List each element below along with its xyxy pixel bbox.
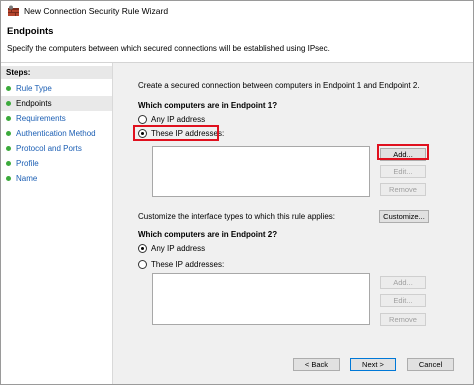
step-bullet-icon (6, 131, 11, 136)
step-label: Name (16, 174, 38, 183)
radio-label: Any IP address (151, 115, 206, 124)
radio-button[interactable] (138, 115, 147, 124)
step-bullet-icon (6, 86, 11, 91)
step-requirements[interactable]: Requirements (1, 111, 112, 126)
step-label: Rule Type (16, 84, 52, 93)
step-label: Requirements (16, 114, 66, 123)
firewall-shield-icon (7, 5, 20, 18)
radio-label: These IP addresses: (151, 260, 225, 269)
endpoint1-edit-button[interactable]: Edit... (380, 165, 426, 178)
endpoint2-heading: Which computers are in Endpoint 2? (138, 230, 278, 239)
content-panel: Create a secured connection between comp… (114, 63, 473, 384)
radio-label: Any IP address (151, 244, 206, 253)
endpoint1-these-ip-highlight (133, 125, 219, 141)
window-title: New Connection Security Rule Wizard (24, 6, 169, 16)
page-title: Endpoints (7, 26, 54, 37)
step-profile[interactable]: Profile (1, 156, 112, 171)
title-bar: New Connection Security Rule Wizard (1, 1, 473, 22)
endpoint2-these-ip-radio[interactable]: These IP addresses: (138, 259, 238, 271)
step-bullet-icon (6, 101, 11, 106)
page-description: Specify the computers between which secu… (7, 44, 330, 53)
step-authentication-method[interactable]: Authentication Method (1, 126, 112, 141)
back-button[interactable]: < Back (293, 358, 340, 371)
step-rule-type[interactable]: Rule Type (1, 81, 112, 96)
endpoint2-any-ip-radio[interactable]: Any IP address (138, 243, 218, 255)
step-bullet-icon (6, 116, 11, 121)
wizard-window: New Connection Security Rule Wizard Endp… (0, 0, 474, 385)
endpoint1-heading: Which computers are in Endpoint 1? (138, 101, 278, 110)
endpoint2-add-button[interactable]: Add... (380, 276, 426, 289)
radio-button[interactable] (138, 260, 147, 269)
endpoint1-ip-list[interactable] (152, 146, 370, 197)
step-label: Endpoints (16, 99, 52, 108)
step-label: Authentication Method (16, 129, 96, 138)
step-protocol-and-ports[interactable]: Protocol and Ports (1, 141, 112, 156)
step-label: Profile (16, 159, 39, 168)
step-bullet-icon (6, 146, 11, 151)
intro-text: Create a secured connection between comp… (138, 81, 420, 90)
customize-text: Customize the interface types to which t… (138, 212, 335, 221)
endpoint2-ip-list[interactable] (152, 273, 370, 325)
step-bullet-icon (6, 161, 11, 166)
steps-label: Steps: (6, 68, 31, 77)
cancel-button[interactable]: Cancel (407, 358, 454, 371)
step-endpoints[interactable]: Endpoints (1, 96, 112, 111)
next-button[interactable]: Next > (350, 358, 396, 371)
endpoint2-edit-button[interactable]: Edit... (380, 294, 426, 307)
endpoint1-add-highlight (377, 144, 429, 160)
endpoint1-remove-button[interactable]: Remove (380, 183, 426, 196)
step-name[interactable]: Name (1, 171, 112, 186)
endpoint2-remove-button[interactable]: Remove (380, 313, 426, 326)
radio-button[interactable] (138, 244, 147, 253)
steps-header: Steps: (1, 66, 112, 79)
customize-button[interactable]: Customize... (379, 210, 429, 223)
step-bullet-icon (6, 176, 11, 181)
page-header: Endpoints Specify the computers between … (1, 22, 473, 63)
steps-panel: Steps: Rule Type Endpoints Requirements … (1, 63, 113, 384)
step-label: Protocol and Ports (16, 144, 82, 153)
